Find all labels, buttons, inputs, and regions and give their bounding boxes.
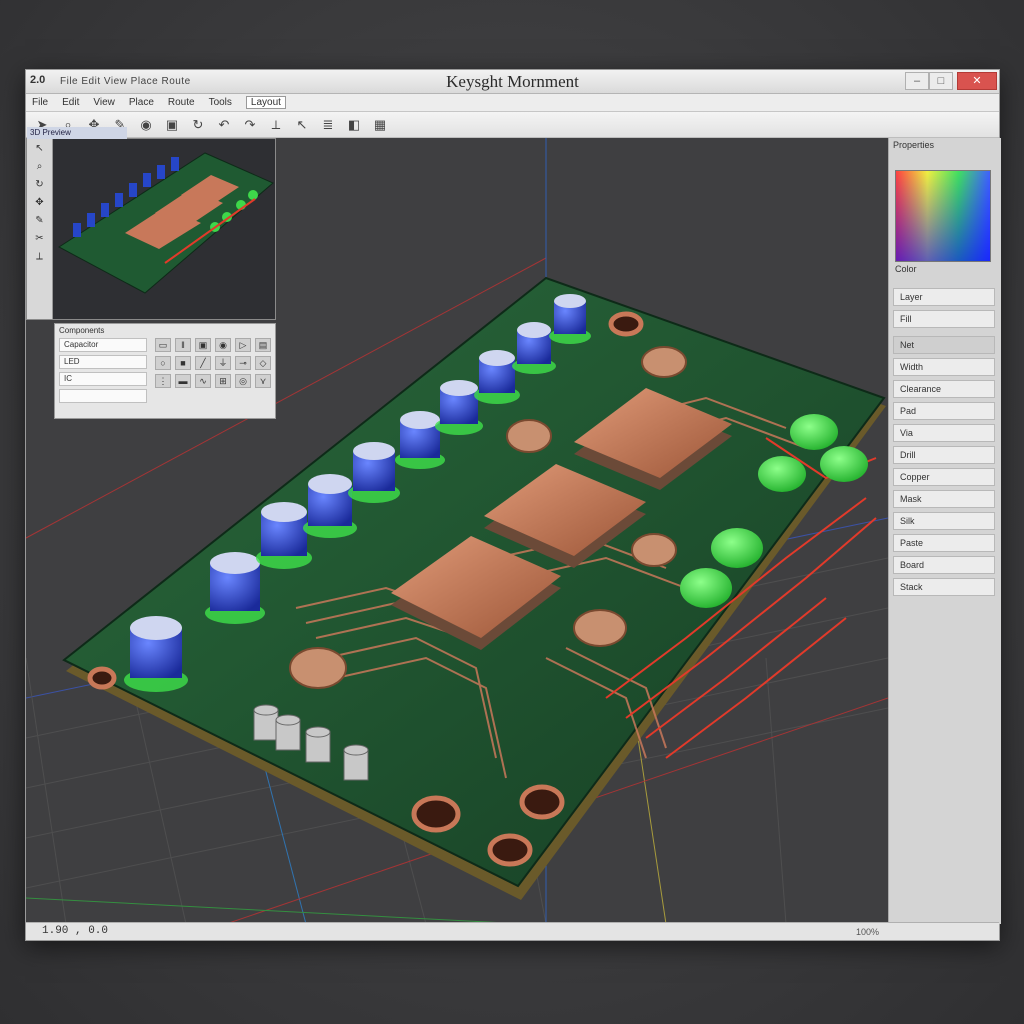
part-chip-icon[interactable]: ▣	[195, 338, 211, 352]
prop-row[interactable]: Layer	[893, 288, 995, 306]
pad-icon[interactable]: ▣	[162, 115, 182, 135]
part-via-icon[interactable]: ○	[155, 356, 171, 370]
menu-edit[interactable]: Edit	[62, 97, 79, 108]
part-connector-icon[interactable]: ▤	[255, 338, 271, 352]
part-ground-icon[interactable]: ⏚	[215, 356, 231, 370]
led-4[interactable]	[790, 414, 838, 450]
prop-row[interactable]: Via	[893, 424, 995, 442]
color-picker[interactable]	[895, 170, 991, 262]
led-5[interactable]	[820, 446, 868, 482]
preview-zoom-icon[interactable]: ⌕	[31, 161, 49, 175]
preview-measure-icon[interactable]: ⟂	[31, 251, 49, 265]
prop-row[interactable]: Silk	[893, 512, 995, 530]
capacitor-8[interactable]	[474, 350, 520, 404]
capacitor-4[interactable]	[303, 474, 357, 538]
prop-row[interactable]: Board	[893, 556, 995, 574]
window-title: Keysght Mornment	[446, 72, 579, 91]
led-1[interactable]	[680, 568, 732, 608]
library-pane: Components Capacitor LED IC ▭ ‖ ▣ ◉ ▷ ▤ …	[54, 323, 276, 419]
prop-row[interactable]: Copper	[893, 468, 995, 486]
led-2[interactable]	[711, 528, 763, 568]
menu-route[interactable]: Route	[168, 97, 195, 108]
capacitor-2[interactable]	[205, 552, 265, 624]
minimize-button[interactable]: –	[905, 72, 929, 90]
menu-file[interactable]: File	[32, 97, 48, 108]
preview-edit-icon[interactable]: ✎	[31, 215, 49, 229]
led-3[interactable]	[758, 456, 806, 492]
library-title: Components	[59, 326, 105, 335]
part-sensor-icon[interactable]: ◎	[235, 374, 251, 388]
library-item-empty[interactable]	[59, 389, 147, 403]
part-relay-icon[interactable]: ⊞	[215, 374, 231, 388]
close-button[interactable]: ✕	[957, 72, 997, 90]
title-bar: 2.0 File Edit View Place Route Keysght M…	[26, 70, 999, 94]
view3d-icon[interactable]: ◧	[344, 115, 364, 135]
via-icon[interactable]: ◉	[136, 115, 156, 135]
prop-row[interactable]: Clearance	[893, 380, 995, 398]
grid-icon[interactable]: ▦	[370, 115, 390, 135]
rotate-icon[interactable]: ↻	[188, 115, 208, 135]
toolbar: ➤ ⌕ ✥ ✎ ◉ ▣ ↻ ↶ ↷ ⟂ ↖ ≣ ◧ ▦	[26, 112, 999, 138]
part-pad-icon[interactable]: ■	[175, 356, 191, 370]
preview-pane[interactable]: 3D Preview ↖ ⌕ ↻ ✥ ✎ ✂ ⟂	[26, 127, 276, 320]
library-list: Capacitor LED IC	[59, 338, 147, 406]
menu-view[interactable]: View	[93, 97, 115, 108]
properties-title: Properties	[893, 140, 935, 150]
measure-icon[interactable]: ⟂	[266, 115, 286, 135]
preview-select-icon[interactable]: ↖	[31, 143, 49, 157]
capacitor-7[interactable]	[435, 380, 483, 435]
prop-row[interactable]: Net	[893, 336, 995, 354]
preview-rotate-icon[interactable]: ↻	[31, 179, 49, 193]
status-coordinates: 1.90 , 0.0	[42, 925, 109, 937]
library-grid: ▭ ‖ ▣ ◉ ▷ ▤ ○ ■ ╱ ⏚ ⊸ ◇ ⋮ ▬ ∿ ⊞ ◎ ⋎	[155, 338, 271, 388]
part-diode-icon[interactable]: ▷	[235, 338, 251, 352]
maximize-button[interactable]: □	[929, 72, 953, 90]
prop-row[interactable]: Stack	[893, 578, 995, 596]
pointer-icon[interactable]: ↖	[292, 115, 312, 135]
part-resistor-icon[interactable]: ▭	[155, 338, 171, 352]
part-switch-icon[interactable]: ⊸	[235, 356, 251, 370]
preview-pan-icon[interactable]: ✥	[31, 197, 49, 211]
prop-row[interactable]: Drill	[893, 446, 995, 464]
part-coil-icon[interactable]: ∿	[195, 374, 211, 388]
capacitor-10[interactable]	[549, 294, 591, 344]
prop-row[interactable]: Paste	[893, 534, 995, 552]
menu-tools[interactable]: Tools	[209, 97, 232, 108]
prop-row[interactable]: Mask	[893, 490, 995, 508]
prop-row[interactable]: Fill	[893, 310, 995, 328]
capacitor-1[interactable]	[124, 616, 188, 692]
part-trace-icon[interactable]: ╱	[195, 356, 211, 370]
redo-icon[interactable]: ↷	[240, 115, 260, 135]
prop-row[interactable]: Width	[893, 358, 995, 376]
undo-icon[interactable]: ↶	[214, 115, 234, 135]
layer-icon[interactable]: ≣	[318, 115, 338, 135]
capacitor-6[interactable]	[395, 411, 445, 469]
part-antenna-icon[interactable]: ⋎	[255, 374, 271, 388]
properties-panel: Properties Color Layer Fill Net Width Cl…	[888, 138, 1001, 924]
status-bar: 1.90 , 0.0 100%	[26, 922, 999, 940]
part-capacitor-icon[interactable]: ‖	[175, 338, 191, 352]
preview-title: 3D Preview	[27, 127, 127, 139]
part-header-icon[interactable]: ⋮	[155, 374, 171, 388]
preview-toolbar: ↖ ⌕ ↻ ✥ ✎ ✂ ⟂	[27, 139, 53, 319]
capacitor-9[interactable]	[512, 322, 556, 374]
prop-row[interactable]: Pad	[893, 402, 995, 420]
status-zoom: 100%	[855, 927, 879, 937]
app-window: 2.0 File Edit View Place Route Keysght M…	[25, 69, 1001, 941]
part-crystal-icon[interactable]: ◇	[255, 356, 271, 370]
layout-field[interactable]: Layout	[245, 96, 286, 109]
menu-bar: File Edit View Place Route Tools Layout	[26, 94, 999, 112]
capacitor-5[interactable]	[348, 442, 400, 503]
part-led-icon[interactable]: ◉	[215, 338, 231, 352]
library-item[interactable]: LED	[59, 355, 147, 369]
color-picker-label: Color	[895, 264, 917, 274]
capacitor-3[interactable]	[256, 502, 312, 569]
preview-cut-icon[interactable]: ✂	[31, 233, 49, 247]
part-fuse-icon[interactable]: ▬	[175, 374, 191, 388]
library-item[interactable]: IC	[59, 372, 147, 386]
menu-place[interactable]: Place	[129, 97, 154, 108]
library-item[interactable]: Capacitor	[59, 338, 147, 352]
preview-thumbnail	[58, 152, 274, 294]
